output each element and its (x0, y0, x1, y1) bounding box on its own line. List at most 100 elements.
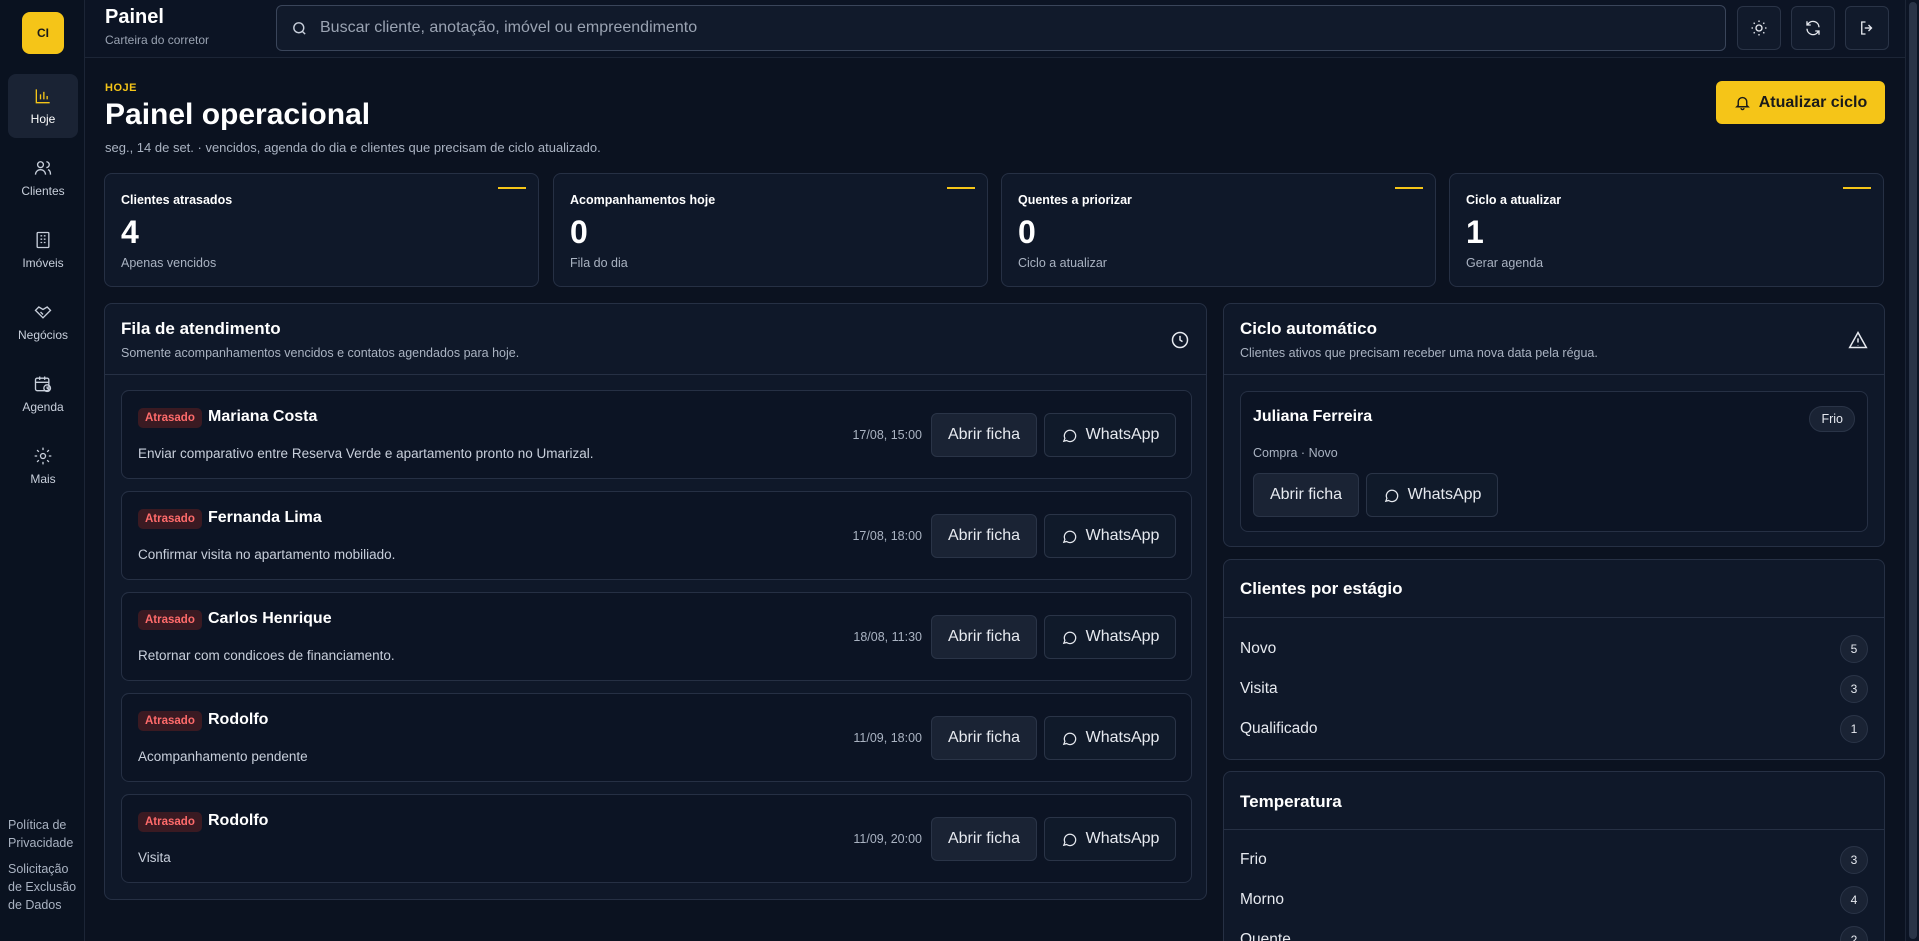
search-input[interactable] (320, 19, 1700, 37)
update-cycle-label: Atualizar ciclo (1758, 93, 1868, 111)
open-record-button[interactable]: Abrir ficha (931, 817, 1037, 861)
temperature-row[interactable]: Morno 4 (1240, 885, 1868, 915)
card-accent (498, 187, 526, 189)
sidebar-item-label: Imóveis (22, 256, 64, 270)
sidebar-item-imoveis[interactable]: Imóveis (8, 218, 78, 282)
client-name[interactable]: Rodolfo (208, 812, 268, 830)
section-eyebrow: HOJE (105, 82, 137, 94)
sidebar-item-negocios[interactable]: Negócios (8, 290, 78, 354)
stages-panel: Clientes por estágio Novo 5 Visita 3 Qua… (1223, 559, 1885, 760)
users-icon (34, 161, 52, 175)
stat-value: 1 (1466, 214, 1484, 250)
whatsapp-button[interactable]: WhatsApp (1044, 413, 1176, 457)
whatsapp-label: WhatsApp (1085, 426, 1160, 443)
whatsapp-button[interactable]: WhatsApp (1044, 615, 1176, 659)
sidebar-item-agenda[interactable]: Agenda (8, 362, 78, 426)
client-name[interactable]: Carlos Henrique (208, 610, 332, 628)
whatsapp-button[interactable]: WhatsApp (1044, 817, 1176, 861)
privacy-policy-link[interactable]: Política de Privacidade (8, 816, 80, 852)
queue-item: Atrasado Rodolfo Acompanhamento pendente… (121, 693, 1192, 782)
sidebar-item-hoje[interactable]: Hoje (8, 74, 78, 138)
page-scrollbar[interactable] (1905, 0, 1919, 941)
logout-button[interactable] (1845, 6, 1889, 50)
open-record-button[interactable]: Abrir ficha (1253, 473, 1359, 517)
stages-title: Clientes por estágio (1240, 579, 1403, 598)
stat-hint: Gerar agenda (1466, 256, 1544, 270)
queue-panel: Fila de atendimento Somente acompanhamen… (104, 303, 1207, 900)
cycle-subtitle: Clientes ativos que precisam receber uma… (1240, 346, 1598, 360)
queue-time: 18/08, 11:30 (853, 630, 922, 644)
stage-count: 5 (1840, 635, 1868, 663)
stage-count: 1 (1840, 715, 1868, 743)
data-deletion-link[interactable]: Solicitação de Exclusão de Dados (8, 860, 80, 914)
temperature-panel: Temperatura Frio 3 Morno 4 Quente 2 (1223, 771, 1885, 941)
queue-description: Confirmar visita no apartamento mobiliad… (138, 547, 396, 562)
theme-toggle-button[interactable] (1737, 6, 1781, 50)
status-badge: Atrasado (138, 509, 202, 529)
status-badge: Atrasado (138, 408, 202, 428)
app-logo[interactable]: CI (22, 12, 64, 54)
refresh-button[interactable] (1791, 6, 1835, 50)
sidebar-item-mais[interactable]: Mais (8, 434, 78, 498)
refresh-icon (1806, 20, 1820, 36)
stat-label: Clientes atrasados (121, 193, 233, 207)
bell-icon (1734, 96, 1750, 111)
temperature-tag: Frio (1809, 406, 1855, 432)
queue-item: Atrasado Fernanda Lima Confirmar visita … (121, 491, 1192, 580)
queue-time: 17/08, 15:00 (852, 428, 922, 442)
whatsapp-button[interactable]: WhatsApp (1044, 716, 1176, 760)
stage-label: Qualificado (1240, 720, 1318, 737)
scrollbar-thumb[interactable] (1909, 2, 1917, 939)
stage-row[interactable]: Qualificado 1 (1240, 714, 1868, 744)
whatsapp-button[interactable]: WhatsApp (1366, 473, 1498, 517)
page-title: Painel operacional (105, 98, 371, 131)
whatsapp-label: WhatsApp (1085, 729, 1160, 746)
open-record-button[interactable]: Abrir ficha (931, 514, 1037, 558)
queue-time: 17/08, 18:00 (852, 529, 922, 543)
client-name[interactable]: Juliana Ferreira (1253, 408, 1372, 426)
update-cycle-button[interactable]: Atualizar ciclo (1716, 81, 1885, 124)
card-accent (947, 187, 975, 189)
search-icon (293, 21, 306, 35)
temperature-row[interactable]: Quente 2 (1240, 925, 1868, 941)
stat-hint: Ciclo a atualizar (1018, 256, 1107, 270)
topbar: Painel Carteira do corretor (85, 0, 1919, 58)
cycle-panel: Ciclo automático Clientes ativos que pre… (1223, 303, 1885, 547)
warning-icon (1848, 330, 1868, 350)
temperature-label: Quente (1240, 931, 1291, 941)
whatsapp-label: WhatsApp (1085, 830, 1160, 847)
open-record-button[interactable]: Abrir ficha (931, 413, 1037, 457)
stage-row[interactable]: Novo 5 (1240, 634, 1868, 664)
sun-icon (1751, 20, 1767, 36)
temperature-count: 2 (1840, 926, 1868, 941)
stat-value: 4 (121, 214, 139, 250)
status-badge: Atrasado (138, 711, 202, 731)
stage-row[interactable]: Visita 3 (1240, 674, 1868, 704)
chat-icon (1062, 833, 1076, 846)
search-bar[interactable] (276, 5, 1726, 51)
cycle-panel-header: Ciclo automático Clientes ativos que pre… (1224, 304, 1884, 375)
chat-icon (1062, 530, 1076, 543)
sidebar-item-label: Negócios (17, 328, 69, 342)
open-record-button[interactable]: Abrir ficha (931, 716, 1037, 760)
calendar-clock-icon (34, 376, 52, 393)
queue-description: Retornar com condicoes de financiamento. (138, 648, 395, 663)
cycle-client-card: Juliana Ferreira Frio Compra · Novo Abri… (1240, 391, 1868, 532)
card-accent (1843, 187, 1871, 189)
temperature-row[interactable]: Frio 3 (1240, 845, 1868, 875)
stat-hint: Apenas vencidos (121, 256, 217, 270)
client-name[interactable]: Rodolfo (208, 711, 268, 729)
whatsapp-button[interactable]: WhatsApp (1044, 514, 1176, 558)
chat-icon (1062, 631, 1076, 644)
chat-icon (1062, 429, 1076, 442)
sidebar-item-label: Mais (30, 472, 56, 486)
client-name[interactable]: Mariana Costa (208, 408, 317, 426)
sidebar-item-clientes[interactable]: Clientes (8, 146, 78, 210)
open-record-button[interactable]: Abrir ficha (931, 615, 1037, 659)
gear-icon (34, 447, 52, 465)
clock-icon (1170, 330, 1190, 350)
client-name[interactable]: Fernanda Lima (208, 509, 322, 527)
temperature-count: 3 (1840, 846, 1868, 874)
bar-chart-icon (35, 89, 50, 104)
stat-card-cycle: Ciclo a atualizar 1 Gerar agenda (1449, 173, 1884, 287)
